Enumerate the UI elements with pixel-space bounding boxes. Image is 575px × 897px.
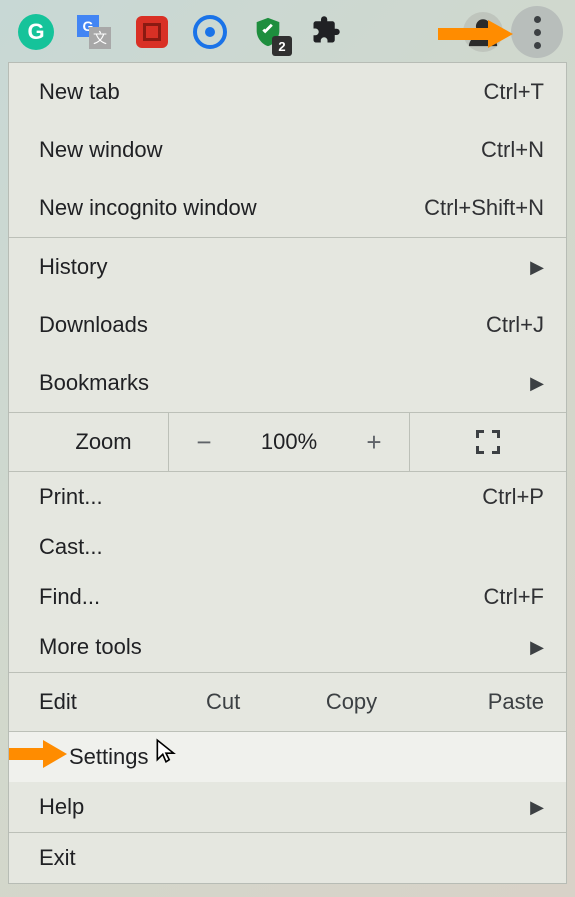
zoom-value: 100% <box>239 413 339 471</box>
edit-label: Edit <box>39 689 159 715</box>
fullscreen-button[interactable] <box>409 413 566 471</box>
menu-label: Exit <box>39 845 76 871</box>
menu-label: Settings <box>69 744 149 770</box>
zoom-out-button[interactable]: − <box>169 413 239 471</box>
menu-item-help[interactable]: Help ▶ <box>9 782 566 832</box>
grammarly-extension-icon[interactable]: G <box>18 14 54 50</box>
menu-item-print[interactable]: Print... Ctrl+P <box>9 472 566 522</box>
menu-item-find[interactable]: Find... Ctrl+F <box>9 572 566 622</box>
edit-paste-button[interactable]: Paste <box>416 689 544 715</box>
menu-label: Print... <box>39 484 103 510</box>
blue-circle-extension-icon[interactable] <box>192 14 228 50</box>
menu-shortcut: Ctrl+Shift+N <box>424 195 544 221</box>
menu-item-settings[interactable]: Settings <box>9 732 566 782</box>
menu-label: New incognito window <box>39 195 257 221</box>
mouse-cursor-icon <box>153 738 179 770</box>
overflow-menu-button[interactable] <box>511 6 563 58</box>
edit-copy-button[interactable]: Copy <box>287 689 415 715</box>
menu-zoom-row: Zoom − 100% + <box>9 412 566 472</box>
zoom-label: Zoom <box>9 413 169 471</box>
menu-label: Find... <box>39 584 100 610</box>
browser-toolbar: G G 文 2 <box>0 0 575 58</box>
zoom-in-button[interactable]: + <box>339 413 409 471</box>
chevron-right-icon: ▶ <box>530 797 544 818</box>
adblock-shield-extension-icon[interactable]: 2 <box>250 14 286 50</box>
menu-shortcut: Ctrl+N <box>481 137 544 163</box>
fullscreen-icon <box>476 430 500 454</box>
menu-item-history[interactable]: History ▶ <box>9 238 566 296</box>
annotation-arrow-to-settings <box>7 737 67 777</box>
menu-label: Help <box>39 794 84 820</box>
menu-item-cast[interactable]: Cast... <box>9 522 566 572</box>
menu-item-new-window[interactable]: New window Ctrl+N <box>9 121 566 179</box>
extension-badge: 2 <box>272 36 292 56</box>
menu-item-new-incognito[interactable]: New incognito window Ctrl+Shift+N <box>9 179 566 237</box>
google-translate-extension-icon[interactable]: G 文 <box>76 14 112 50</box>
menu-shortcut: Ctrl+J <box>486 312 544 338</box>
menu-item-downloads[interactable]: Downloads Ctrl+J <box>9 296 566 354</box>
menu-label: History <box>39 254 107 280</box>
menu-label: New tab <box>39 79 120 105</box>
menu-item-exit[interactable]: Exit <box>9 833 566 883</box>
chevron-right-icon: ▶ <box>530 257 544 278</box>
menu-label: Downloads <box>39 312 148 338</box>
chevron-right-icon: ▶ <box>530 373 544 394</box>
red-square-extension-icon[interactable] <box>134 14 170 50</box>
chevron-right-icon: ▶ <box>530 637 544 658</box>
menu-label: Bookmarks <box>39 370 149 396</box>
menu-edit-row: Edit Cut Copy Paste <box>9 673 566 731</box>
edit-cut-button[interactable]: Cut <box>159 689 287 715</box>
menu-item-new-tab[interactable]: New tab Ctrl+T <box>9 63 566 121</box>
chrome-overflow-menu: New tab Ctrl+T New window Ctrl+N New inc… <box>8 62 567 884</box>
menu-shortcut: Ctrl+T <box>484 79 545 105</box>
menu-item-bookmarks[interactable]: Bookmarks ▶ <box>9 354 566 412</box>
menu-label: More tools <box>39 634 142 660</box>
menu-item-more-tools[interactable]: More tools ▶ <box>9 622 566 672</box>
menu-shortcut: Ctrl+F <box>484 584 545 610</box>
menu-label: Cast... <box>39 534 103 560</box>
annotation-arrow-to-overflow <box>433 14 513 59</box>
menu-shortcut: Ctrl+P <box>482 484 544 510</box>
extensions-puzzle-icon[interactable] <box>308 14 344 50</box>
menu-label: New window <box>39 137 163 163</box>
